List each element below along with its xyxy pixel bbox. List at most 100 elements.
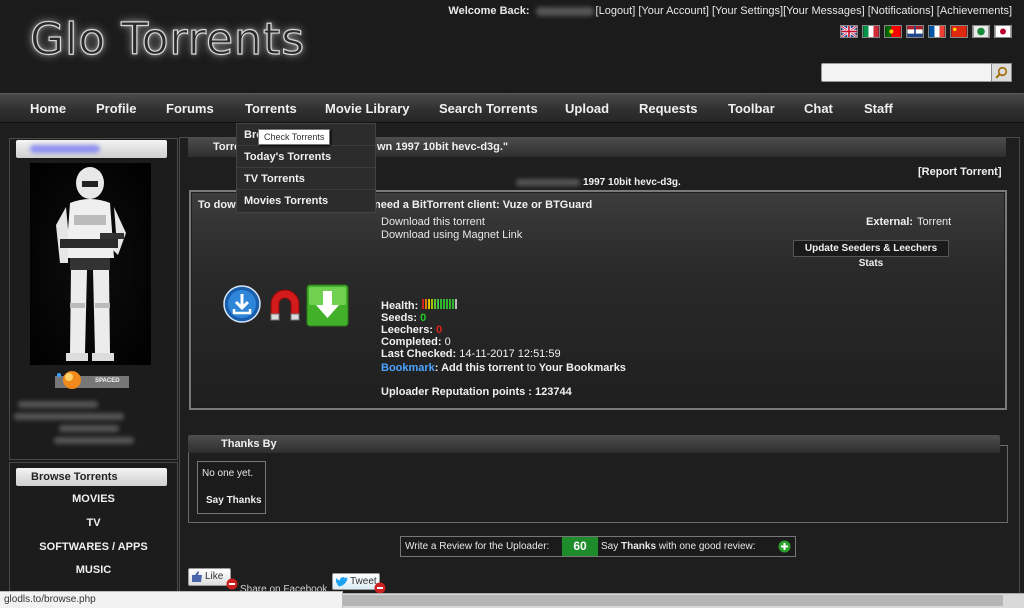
italy-flag-icon[interactable] (862, 25, 880, 38)
portugal-flag-icon[interactable] (884, 25, 902, 38)
health-segment (449, 299, 451, 309)
logout-link[interactable]: [Logout] (596, 5, 636, 17)
dropdown-tv-torrents[interactable]: TV Torrents (237, 168, 375, 190)
bookmark-target: Your Bookmarks (538, 362, 626, 374)
scrollbar-thumb[interactable] (343, 595, 1003, 606)
download-magnet-link[interactable]: Download using Magnet Link (381, 229, 522, 241)
blurred-line (14, 413, 124, 420)
browse-movies-link[interactable]: MOVIES (10, 493, 177, 505)
dropdown-todays-torrents[interactable]: Today's Torrents (237, 146, 375, 168)
search-button[interactable] (991, 63, 1012, 82)
leechers-label-text: Leechers: (381, 324, 433, 336)
rank-label: SPACED (95, 378, 120, 384)
last-checked-label: Last Checked: 14-11-2017 12:51:59 (381, 348, 561, 360)
blurred-line (18, 401, 98, 408)
status-bar-url: glodls.to/browse.php (0, 591, 343, 608)
download-circle-icon (223, 285, 261, 323)
bookmark-row: Bookmark: Add this torrent to Your Bookm… (381, 362, 626, 374)
achievements-link[interactable]: [Achievements] (937, 5, 1012, 17)
nav-torrents[interactable]: Torrents (245, 94, 297, 123)
nav-home[interactable]: Home (30, 94, 66, 123)
tweet-label: Tweet (350, 576, 377, 587)
site-logo[interactable]: Glo Torrents (29, 13, 305, 65)
notifications-link[interactable]: [Notifications] (868, 5, 934, 17)
bookmark-text: : Add this torrent (434, 362, 524, 374)
nav-profile[interactable]: Profile (96, 94, 136, 123)
review-text-suffix: with one good review: (658, 541, 756, 552)
saudi-flag-icon[interactable] (972, 25, 990, 38)
download-header-suffix: need a BitTorrent client: Vuze or BTGuar… (374, 199, 593, 211)
profile-info-blurred (14, 401, 164, 449)
nav-upload[interactable]: Upload (565, 94, 609, 123)
review-score: 60 (562, 537, 598, 556)
fb-error-icon (226, 578, 238, 590)
leechers-label: Leechers: 0 (381, 324, 442, 336)
tweet-button[interactable]: Tweet (332, 573, 380, 590)
facebook-like-button[interactable]: Like (188, 568, 231, 586)
uk-flag-icon[interactable] (840, 25, 858, 38)
welcome-label: Welcome Back: (448, 5, 530, 17)
china-flag-icon[interactable] (950, 25, 968, 38)
last-checked-value: 14-11-2017 12:51:59 (459, 348, 561, 360)
thanks-bar (188, 435, 1000, 453)
france-flag-icon[interactable] (928, 25, 946, 38)
bookmark-link[interactable]: Bookmark (381, 362, 435, 374)
direct-download-button[interactable] (306, 284, 349, 330)
torrent-subtitle-text: 1997 10bit hevc-d3g. (583, 177, 681, 188)
add-review-icon[interactable] (778, 540, 791, 553)
health-segment (455, 299, 457, 309)
health-segment (437, 299, 439, 309)
magnet-link-button[interactable] (267, 286, 303, 327)
report-torrent-link[interactable]: [Report Torrent] (918, 166, 1002, 178)
health-segment (422, 299, 424, 309)
completed-label: Completed: 0 (381, 336, 451, 348)
thanks-box (188, 445, 1008, 523)
review-prompt: Say Thanks with one good review: (601, 541, 756, 552)
nav-staff[interactable]: Staff (864, 94, 893, 123)
twitter-bird-icon (336, 577, 348, 587)
blurred-line (54, 437, 134, 444)
say-thanks-button[interactable]: Say Thanks (206, 495, 262, 506)
download-torrent-link[interactable]: Download this torrent (381, 216, 485, 228)
external-label: External: (866, 216, 914, 228)
rank-badge: SPACED (55, 369, 129, 391)
search-icon (995, 66, 1008, 79)
no-thanks-text: No one yet. (202, 468, 254, 479)
external-value[interactable]: Torrent (917, 216, 951, 228)
download-torrent-button[interactable] (223, 285, 261, 326)
username-blurred (535, 6, 594, 16)
your-messages-link[interactable]: [Your Messages] (783, 5, 865, 17)
nav-movie-library[interactable]: Movie Library (325, 94, 410, 123)
nav-forums[interactable]: Forums (166, 94, 214, 123)
nav-search-torrents[interactable]: Search Torrents (439, 94, 538, 123)
netherlands-flag-icon[interactable] (906, 25, 924, 38)
bookmark-to: to (526, 362, 536, 374)
last-checked-label-text: Last Checked: (381, 348, 457, 360)
health-bar (422, 299, 457, 309)
dropdown-movies-torrents[interactable]: Movies Torrents (237, 190, 375, 212)
magnet-icon (270, 289, 300, 321)
update-stats-button[interactable]: Update Seeders & Leechers Stats (793, 240, 949, 269)
nav-requests[interactable]: Requests (639, 94, 698, 123)
user-bar: Welcome Back: [Logout] [Your Account] [Yo… (448, 5, 1012, 17)
stormtrooper-avatar-image (56, 167, 126, 361)
your-account-link[interactable]: [Your Account] (638, 5, 709, 17)
search-input[interactable] (821, 63, 1011, 82)
browse-tv-link[interactable]: TV (10, 517, 177, 529)
username-bar[interactable] (16, 140, 167, 158)
green-arrow-down-icon (306, 284, 349, 327)
avatar (30, 163, 151, 365)
browse-software-link[interactable]: SOFTWARES / APPS (10, 541, 177, 553)
browse-music-link[interactable]: MUSIC (10, 564, 177, 576)
review-bar: Write a Review for the Uploader: Say Tha… (400, 536, 796, 557)
japan-flag-icon[interactable] (994, 25, 1012, 38)
download-header-prefix: To dow (198, 199, 236, 211)
leechers-value: 0 (436, 324, 443, 336)
browse-panel: Browse Torrents MOVIES TV SOFTWARES / AP… (9, 462, 178, 608)
nav-toolbar[interactable]: Toolbar (728, 94, 775, 123)
your-settings-link[interactable]: [Your Settings] (712, 5, 783, 17)
nav-chat[interactable]: Chat (804, 94, 833, 123)
torrent-subtitle: 1997 10bit hevc-d3g. (516, 177, 681, 188)
blurred-line (59, 425, 119, 432)
health-segment (452, 299, 454, 309)
